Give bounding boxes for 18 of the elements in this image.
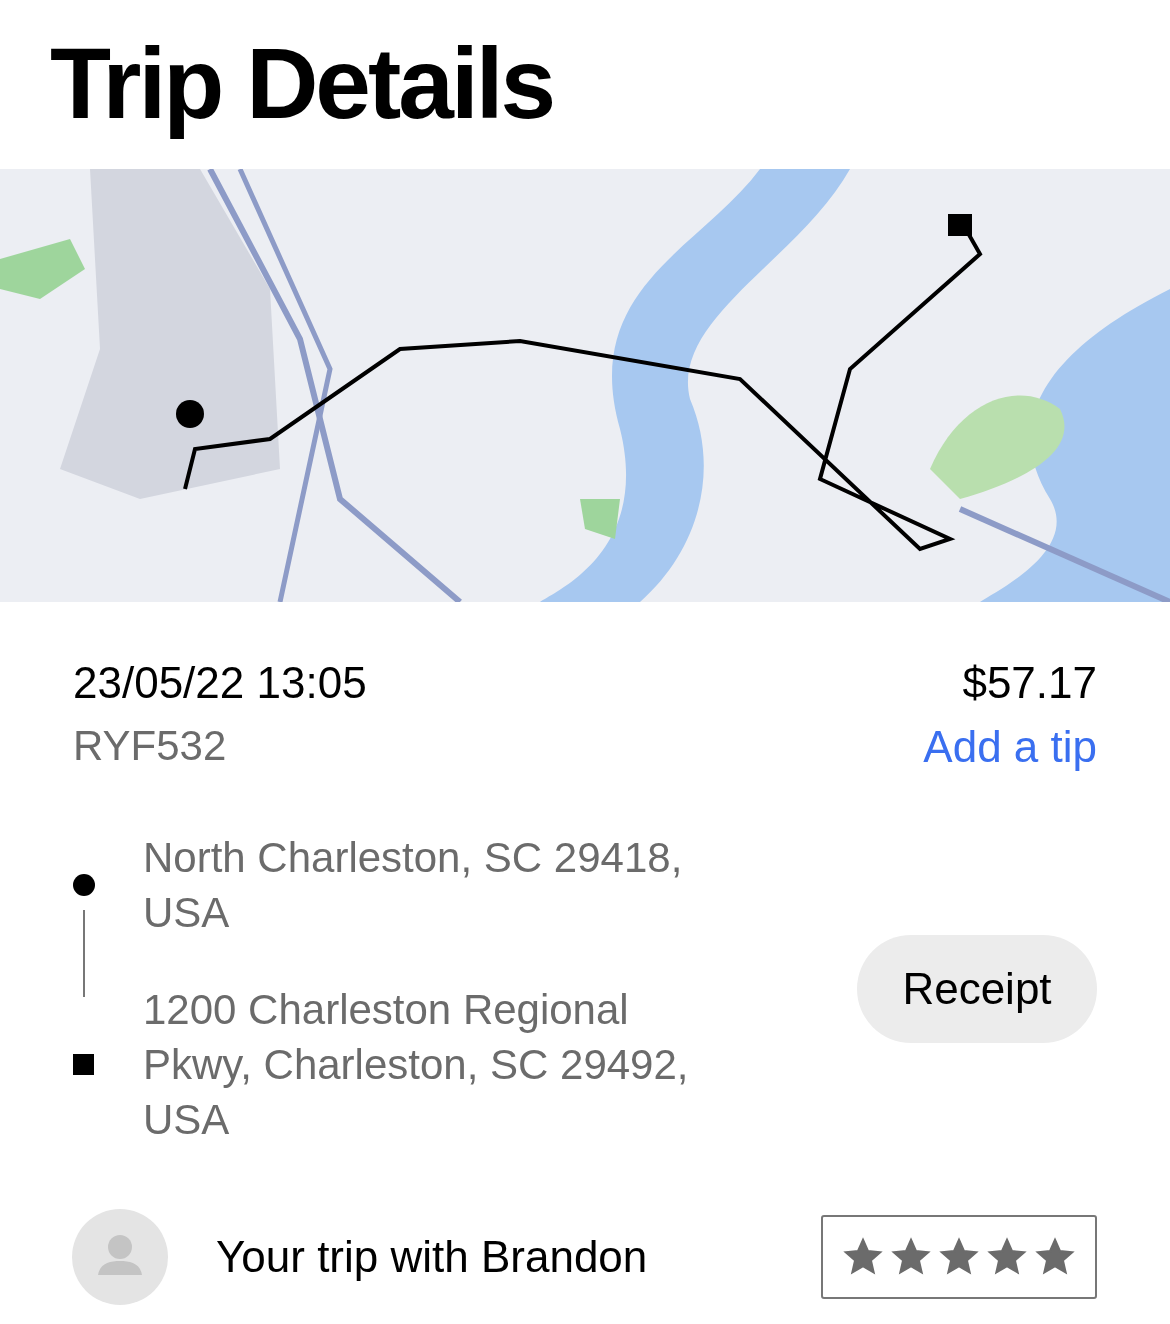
driver-text: Your trip with Brandon — [216, 1232, 649, 1282]
receipt-button[interactable]: Receipt — [857, 934, 1097, 1043]
trip-datetime: 23/05/22 13:05 — [73, 658, 367, 708]
trip-fare: $57.17 — [962, 658, 1097, 708]
star-icon[interactable] — [939, 1237, 979, 1277]
vehicle-plate: RYF532 — [73, 722, 228, 770]
dropoff-square-icon — [73, 1054, 94, 1075]
pickup-dot-icon — [73, 874, 95, 896]
star-icon[interactable] — [987, 1237, 1027, 1277]
add-tip-link[interactable]: Add a tip — [923, 722, 1097, 772]
avatar-icon — [72, 1209, 168, 1305]
star-icon[interactable] — [891, 1237, 931, 1277]
star-icon[interactable] — [843, 1237, 883, 1277]
star-icon[interactable] — [1035, 1237, 1075, 1277]
route-address: North Charleston, SC 29418, USA — [143, 833, 684, 938]
route-address: 1200 Charleston Regional Pkwy, Charleston, SC 29492, USA — [143, 985, 690, 1145]
page-title: Trip Details — [49, 26, 555, 141]
star-rating[interactable] — [843, 1237, 1075, 1277]
